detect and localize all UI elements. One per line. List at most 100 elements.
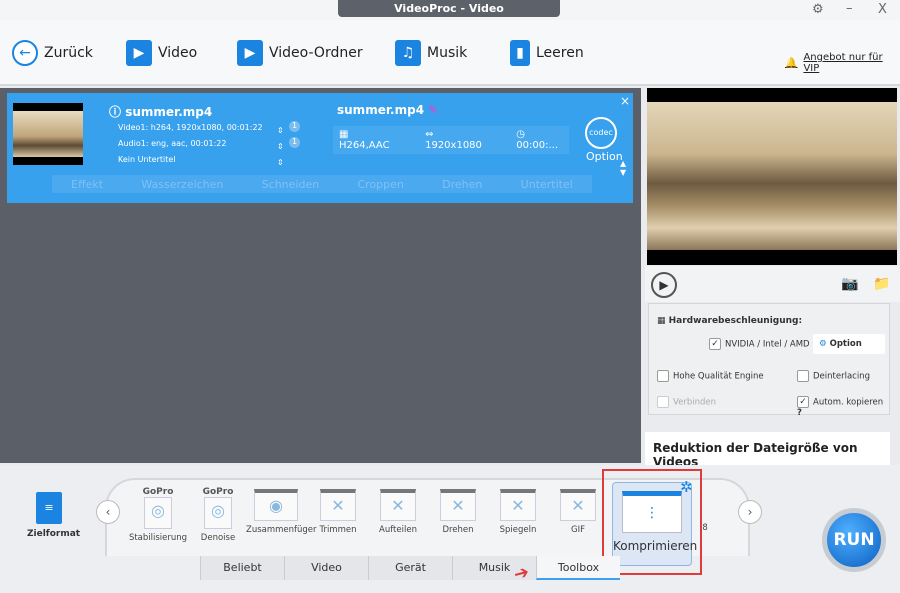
scroll-left-button[interactable]: ‹ <box>96 500 120 524</box>
close-button[interactable]: X <box>878 2 887 17</box>
hw-checkbox[interactable]: ✓ NVIDIA / Intel / AMD <box>709 338 810 350</box>
tab-video[interactable]: Video <box>284 556 368 580</box>
track-arrows[interactable]: ⇕ ⇕ ⇕ <box>277 123 284 171</box>
tool-denoise[interactable]: GoPro ◎ Denoise <box>188 487 248 543</box>
target-format-icon[interactable]: ≡ <box>36 492 62 524</box>
vip-label: Angebot nur für VIP <box>803 52 883 74</box>
video-preview <box>647 88 897 265</box>
tool-rotate[interactable]: ✕ Drehen <box>428 487 488 535</box>
trash-icon: ▮ <box>510 40 530 66</box>
hw-option-label: NVIDIA / Intel / AMD <box>725 339 810 350</box>
player-controls: ▶ 📷 📁 <box>645 266 900 302</box>
folder-icon[interactable]: 📁 <box>873 276 890 292</box>
hw-accel-label: ▦ Hardwarebeschleunigung: <box>657 316 803 326</box>
reorder-arrows[interactable]: ▲ ▼ <box>620 159 626 177</box>
cut-button[interactable]: Schneiden <box>262 178 320 191</box>
gear-icon[interactable]: ⚙ <box>812 2 824 17</box>
resolution-value: 1920x1080 <box>425 140 482 151</box>
tab-popular[interactable]: Beliebt <box>200 556 284 580</box>
checkbox[interactable]: ✓ <box>797 396 809 408</box>
option-label: Option <box>829 339 862 349</box>
folder-plus-icon: ▶ <box>237 40 263 66</box>
play-button[interactable]: ▶ <box>651 272 677 298</box>
tool-gif[interactable]: ✕ GIF <box>548 487 608 535</box>
music-plus-icon: ♫ <box>395 40 421 66</box>
output-name: summer.mp4 <box>337 103 425 117</box>
folder-label: Video-Ordner <box>269 45 363 61</box>
deinterlacing-checkbox[interactable]: Deinterlacing <box>797 370 870 382</box>
run-button[interactable]: RUN <box>822 508 886 572</box>
auto-copy-label: Autom. kopieren <box>813 397 884 408</box>
subtitle-track[interactable]: Kein Untertitel <box>118 155 176 164</box>
back-label: Zurück <box>44 45 93 61</box>
help-icon[interactable]: ? <box>797 408 802 418</box>
tool-label: Stabilisierung <box>128 533 188 543</box>
camera-icon: ◎ <box>204 497 232 529</box>
tools-icon: ✕ <box>320 489 356 521</box>
rotate-button[interactable]: Drehen <box>442 178 482 191</box>
remove-card-button[interactable]: × <box>620 94 630 108</box>
add-music-button[interactable]: ♫ Musik <box>395 40 467 66</box>
tool-label: Trimmen <box>319 525 357 535</box>
tools-icon: ✕ <box>560 489 596 521</box>
tool-label: GIF <box>571 525 585 535</box>
output-filename[interactable]: summer.mp4 ✎ <box>337 103 438 117</box>
scroll-right-button[interactable]: › <box>738 500 762 524</box>
add-video-button[interactable]: ▶ Video <box>126 40 197 66</box>
checkbox[interactable]: ✓ <box>709 338 721 350</box>
gopro-logo: GoPro <box>142 487 174 497</box>
checkbox[interactable] <box>797 370 809 382</box>
resolution-info: ⇔ 1920x1080 <box>425 129 482 151</box>
codec-gear-icon[interactable]: codec <box>585 117 617 149</box>
checkbox[interactable] <box>657 370 669 382</box>
tool-label: Drehen <box>442 525 474 535</box>
effect-button[interactable]: Effekt <box>71 178 103 191</box>
tool-mirror[interactable]: ✕ Spiegeln <box>488 487 548 535</box>
music-label: Musik <box>427 45 468 61</box>
hw-label: Hardwarebeschleunigung: <box>668 316 803 326</box>
crop-button[interactable]: Croppen <box>357 178 403 191</box>
vip-offer-link[interactable]: 🔔 Angebot nur für VIP <box>785 52 900 74</box>
high-quality-checkbox[interactable]: Hohe Qualität Engine <box>657 370 764 382</box>
tools-icon: ✕ <box>440 489 476 521</box>
add-folder-button[interactable]: ▶ Video-Ordner <box>237 40 363 66</box>
duration-info: ◷ 00:00:... <box>516 129 559 151</box>
tool-stabilization[interactable]: GoPro ◎ Stabilisierung <box>128 487 188 543</box>
back-button[interactable]: ← Zurück <box>12 40 93 66</box>
pencil-icon[interactable]: ✎ <box>428 103 438 117</box>
camera-icon: ◎ <box>144 497 172 529</box>
codec-info: ▦ H264,AAC <box>339 129 390 151</box>
video-track[interactable]: Video1: h264, 1920x1080, 00:01:22 <box>118 123 263 132</box>
video-label: Video <box>158 45 198 61</box>
source-name: summer.mp4 <box>125 105 213 119</box>
checkbox[interactable] <box>657 396 669 408</box>
merge-checkbox[interactable]: Verbinden <box>657 396 716 408</box>
edit-actions-bar: Effekt Wasserzeichen Schneiden Croppen D… <box>52 175 592 193</box>
target-format-label[interactable]: Zielformat <box>27 529 80 539</box>
tool-split[interactable]: ✕ Aufteilen <box>368 487 428 535</box>
preview-frame <box>647 102 897 250</box>
tool-label: Aufteilen <box>379 525 417 535</box>
subtitle-button[interactable]: Untertitel <box>521 178 573 191</box>
tools-icon: ✕ <box>380 489 416 521</box>
watermark-button[interactable]: Wasserzeichen <box>141 178 223 191</box>
video-card[interactable]: ⓘ summer.mp4 Video1: h264, 1920x1080, 00… <box>7 93 633 203</box>
tool-merger[interactable]: ◉ Zusammenfüger <box>246 487 317 535</box>
codec-option-button[interactable]: Option <box>586 150 623 163</box>
tools-icon: ✕ <box>500 489 536 521</box>
toolbar: ← Zurück ▶ Video ▶ Video-Ordner ♫ Musik ▮ Lee… <box>0 20 900 86</box>
audio-count-badge: 1 <box>289 137 300 148</box>
camera-icon[interactable]: 📷 <box>841 276 858 292</box>
audio-track[interactable]: Audio1: eng, aac, 00:01:22 <box>118 139 226 148</box>
minimize-button[interactable]: – <box>846 1 853 16</box>
category-tabs: Beliebt Video Gerät Musik Toolbox <box>200 556 620 580</box>
gopro-logo: GoPro <box>202 487 234 497</box>
tab-device[interactable]: Gerät <box>368 556 452 580</box>
auto-copy-checkbox[interactable]: ✓ Autom. kopieren ? <box>797 396 889 418</box>
deint-label: Deinterlacing <box>813 371 870 382</box>
tab-toolbox[interactable]: Toolbox <box>536 556 620 580</box>
tool-trim[interactable]: ✕ Trimmen <box>308 487 368 535</box>
hw-option-button[interactable]: ⚙ Option <box>813 334 885 354</box>
video-plus-icon: ▶ <box>126 40 152 66</box>
clear-button[interactable]: ▮ Leeren <box>510 40 584 66</box>
